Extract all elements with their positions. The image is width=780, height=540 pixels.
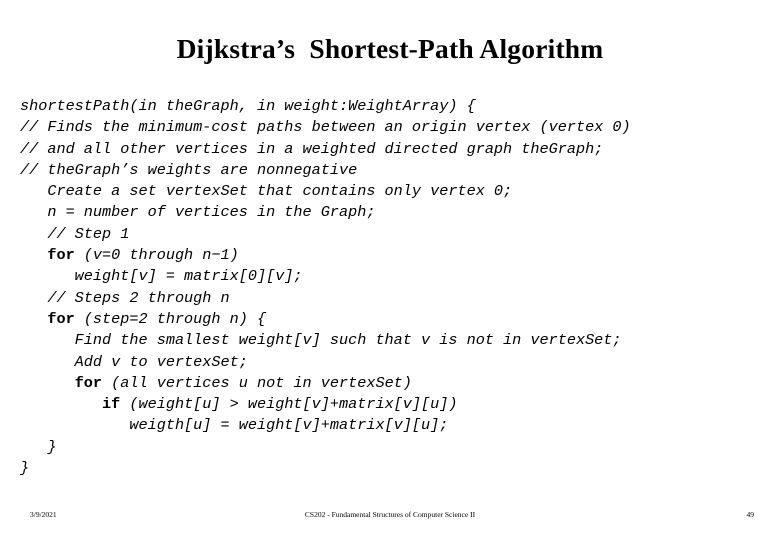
code-line: // and all other vertices in a weighted …	[20, 139, 772, 160]
code-line: shortestPath(in theGraph, in weight:Weig…	[20, 96, 772, 117]
code-text: (all vertices u not in vertexSet)	[102, 373, 412, 392]
code-text: Create a set vertexSet that contains onl…	[20, 182, 513, 201]
code-keyword: for	[47, 246, 75, 265]
code-line: n = number of vertices in the Graph;	[20, 202, 772, 223]
code-text: (v=0 through n−1)	[74, 246, 239, 265]
code-text: weight[v] = matrix[0][v];	[20, 267, 303, 286]
code-line: // theGraph’s weights are nonnegative	[20, 160, 772, 181]
code-text: Find the smallest weight[v] such that v …	[20, 331, 622, 350]
page-title: Dijkstra’s Shortest-Path Algorithm	[176, 33, 604, 64]
code-line: for (all vertices u not in vertexSet)	[20, 373, 772, 394]
code-text: (weight[u] > weight[v]+matrix[v][u])	[120, 395, 458, 414]
code-line: for (step=2 through n) {	[20, 309, 772, 330]
code-text: }	[20, 459, 30, 478]
code-line: // Finds the minimum-cost paths between …	[20, 117, 772, 138]
code-text: n = number of vertices in the Graph;	[20, 203, 376, 222]
code-keyword: for	[74, 373, 103, 392]
code-line: for (v=0 through n−1)	[20, 245, 772, 266]
slide-footer: 3/9/2021 CS202 - Fundamental Structures …	[0, 509, 780, 527]
algorithm-pseudocode-block: shortestPath(in theGraph, in weight:Weig…	[20, 96, 772, 479]
code-line: if (weight[u] > weight[v]+matrix[v][u])	[20, 394, 772, 415]
code-text: Add v to vertexSet;	[20, 352, 248, 371]
code-text: }	[20, 437, 57, 456]
code-keyword: for	[47, 309, 75, 328]
code-line: }	[20, 437, 772, 458]
code-text: // Steps 2 through n	[20, 288, 230, 307]
code-line: Create a set vertexSet that contains onl…	[20, 181, 772, 202]
code-text: shortestPath(in theGraph, in weight:Weig…	[20, 97, 476, 115]
code-line: weight[v] = matrix[0][v];	[20, 266, 772, 287]
code-line: // Step 1	[20, 224, 772, 245]
code-line: }	[20, 458, 772, 479]
code-line: Add v to vertexSet;	[20, 352, 772, 373]
code-text: // Finds the minimum-cost paths between …	[20, 118, 631, 137]
footer-page-number: 49	[746, 510, 755, 519]
footer-course-title: CS202 - Fundamental Structures of Comput…	[304, 510, 476, 519]
code-line: Find the smallest weight[v] such that v …	[20, 330, 772, 351]
code-text: // and all other vertices in a weighted …	[20, 139, 604, 158]
code-line: weigth[u] = weight[v]+matrix[v][u];	[20, 415, 772, 436]
code-keyword: if	[102, 395, 121, 414]
slide-canvas: Dijkstra’s Shortest-Path Algorithm short…	[0, 0, 780, 540]
code-text: // Step 1	[20, 224, 130, 243]
code-text: (step=2 through n) {	[74, 309, 267, 328]
code-text: weigth[u] = weight[v]+matrix[v][u];	[20, 416, 449, 435]
code-line: // Steps 2 through n	[20, 288, 772, 309]
code-text: // theGraph’s weights are nonnegative	[20, 160, 358, 179]
